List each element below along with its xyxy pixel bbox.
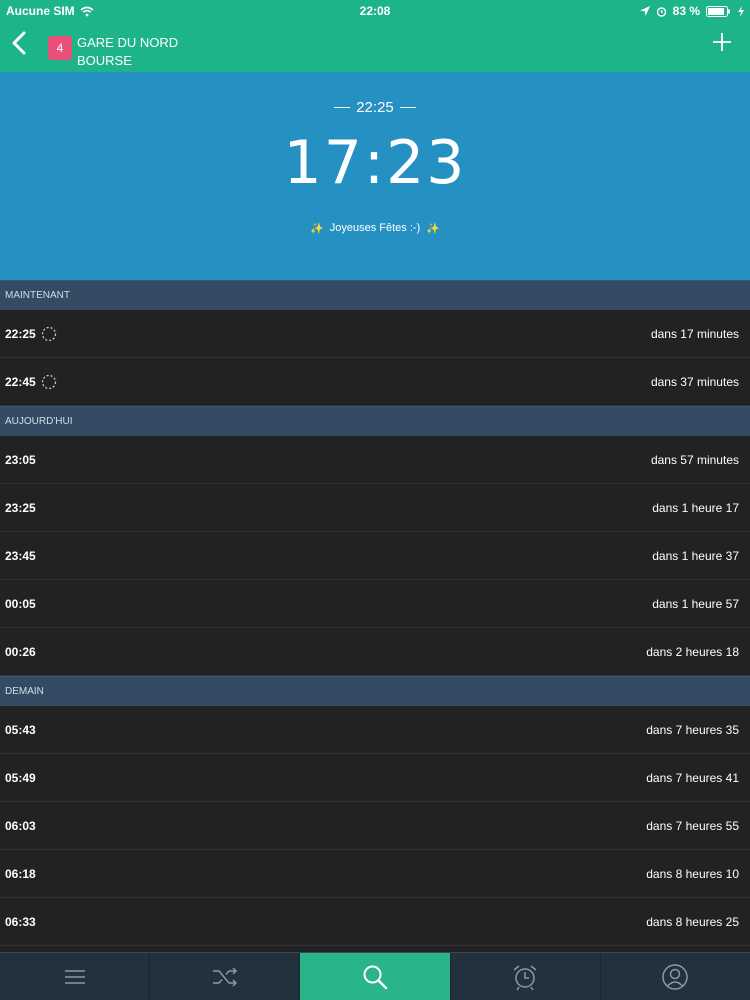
countdown-panel: 22:25 17:23 ✨ Joyeuses Fêtes :-) ✨ — [0, 72, 750, 280]
departure-eta: dans 8 heures 10 — [646, 867, 739, 881]
status-bar: Aucune SIM 22:08 83 % — [0, 0, 750, 22]
dash-right — [399, 107, 416, 108]
sparkle-icon: ✨ — [310, 223, 324, 235]
tab-bar — [0, 952, 750, 1000]
plus-icon — [713, 33, 731, 51]
tab-search[interactable] — [300, 953, 451, 1000]
departure-time: 23:05 — [5, 453, 36, 467]
departure-row[interactable]: 22:45 dans 37 minutes — [0, 358, 750, 406]
departure-time: 00:26 — [5, 645, 36, 659]
alarm-status-icon — [656, 6, 667, 17]
departure-list[interactable]: MAINTENANT 22:25 dans 17 minutes 22:45 dans … — [0, 280, 750, 952]
departure-eta: dans 37 minutes — [650, 375, 739, 389]
departure-eta: dans 17 minutes — [650, 327, 739, 341]
line-badge: 4 — [48, 36, 72, 60]
departure-eta: dans 7 heures 55 — [646, 819, 739, 833]
departure-time: 22:45 — [5, 375, 36, 389]
departure-row[interactable]: 00:26 dans 2 heures 18 — [0, 628, 750, 676]
realtime-spinner-icon — [41, 326, 57, 347]
section-header: DEMAIN — [0, 676, 750, 706]
search-icon — [363, 965, 388, 989]
departure-row[interactable]: 06:03 dans 7 heures 55 — [0, 802, 750, 850]
departure-time: 06:33 — [5, 915, 36, 929]
greeting: ✨ Joyeuses Fêtes :-) ✨ — [0, 222, 750, 235]
departure-eta: dans 8 heures 25 — [646, 915, 739, 929]
tab-menu[interactable] — [0, 953, 151, 1000]
departure-eta: dans 7 heures 35 — [646, 723, 739, 737]
departure-row[interactable]: 00:05 dans 1 heure 57 — [0, 580, 750, 628]
add-button[interactable] — [710, 30, 734, 54]
departure-row[interactable]: 23:25 dans 1 heure 17 — [0, 484, 750, 532]
departure-row[interactable]: 06:33 dans 8 heures 25 — [0, 898, 750, 946]
back-button[interactable] — [6, 28, 32, 58]
dash-left — [334, 107, 351, 108]
departure-eta: dans 1 heure 57 — [652, 597, 739, 611]
user-icon — [662, 963, 689, 990]
departure-time: 06:03 — [5, 819, 36, 833]
departure-time: 06:18 — [5, 867, 36, 881]
section-header: AUJOURD'HUI — [0, 406, 750, 436]
section-header: MAINTENANT — [0, 280, 750, 310]
status-time: 22:08 — [359, 4, 391, 18]
battery-icon — [706, 5, 732, 17]
departure-row[interactable]: 23:45 dans 1 heure 37 — [0, 532, 750, 580]
departure-time: 23:45 — [5, 549, 36, 563]
departure-time: 05:43 — [5, 723, 36, 737]
location-icon — [639, 6, 650, 16]
countdown-clock: 17:23 — [283, 128, 467, 198]
departure-eta: dans 7 heures 41 — [646, 771, 739, 785]
shuffle-icon — [212, 966, 237, 987]
departure-time: 23:25 — [5, 501, 36, 515]
sparkle-icon: ✨ — [426, 223, 440, 235]
departure-eta: dans 1 heure 17 — [652, 501, 739, 515]
tab-profile[interactable] — [601, 953, 750, 1000]
realtime-spinner-icon — [41, 374, 57, 395]
tab-alarm[interactable] — [451, 953, 601, 1000]
alarm-clock-icon — [513, 964, 537, 990]
departure-eta: dans 57 minutes — [650, 453, 739, 467]
charging-icon — [738, 5, 744, 17]
tab-shuffle[interactable] — [150, 953, 301, 1000]
from-stop: GARE DU NORD — [77, 35, 179, 50]
departure-eta: dans 2 heures 18 — [646, 645, 739, 659]
chevron-left-icon — [12, 31, 26, 55]
greeting-text: Joyeuses Fêtes :-) — [329, 222, 421, 234]
departure-row[interactable]: 05:49 dans 7 heures 41 — [0, 754, 750, 802]
departure-row[interactable]: 23:05 dans 57 minutes — [0, 436, 750, 484]
departure-time: 05:49 — [5, 771, 36, 785]
departure-time: 00:05 — [5, 597, 36, 611]
nav-bar: 4 GARE DU NORD BOURSE — [0, 22, 750, 72]
status-right: 83 % — [639, 4, 744, 18]
departure-row[interactable]: 05:43 dans 7 heures 35 — [0, 706, 750, 754]
to-stop: BOURSE — [77, 53, 132, 68]
battery-percent: 83 % — [672, 4, 700, 18]
next-departure-time: 22:25 — [356, 99, 394, 116]
next-departure: 22:25 — [0, 99, 750, 116]
departure-eta: dans 1 heure 37 — [652, 549, 739, 563]
departure-row[interactable]: 22:25 dans 17 minutes — [0, 310, 750, 358]
departure-row[interactable]: 06:18 dans 8 heures 10 — [0, 850, 750, 898]
departure-time: 22:25 — [5, 327, 36, 341]
menu-icon — [64, 969, 85, 984]
